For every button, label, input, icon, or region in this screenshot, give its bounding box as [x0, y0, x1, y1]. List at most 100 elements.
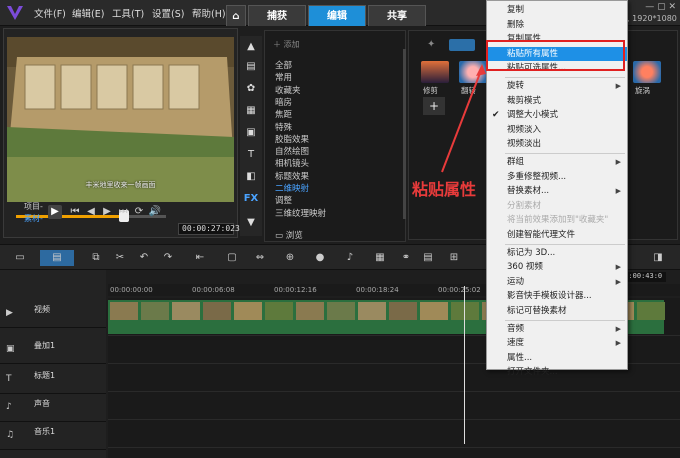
clip-mode-label[interactable]: 素材- — [24, 213, 43, 224]
redo-icon[interactable]: ↷ — [160, 250, 176, 266]
context-menu-item[interactable]: 删除 — [487, 18, 627, 32]
context-menu-item[interactable]: 影音快手模板设计器... — [487, 289, 627, 303]
context-menu-item[interactable]: 视频淡出 — [487, 137, 627, 151]
menu-settings[interactable]: 设置(S) — [152, 6, 184, 20]
context-menu-item[interactable]: 属性... — [487, 351, 627, 365]
menu-edit[interactable]: 编辑(E) — [72, 6, 104, 20]
title-icon[interactable]: T — [243, 148, 259, 162]
submenu-arrow-icon: ▶ — [615, 82, 621, 90]
context-menu-item[interactable]: 打开文件夹... — [487, 365, 627, 379]
category-item[interactable]: 全部 — [275, 59, 292, 71]
repeat-icon[interactable]: ⟳ — [132, 205, 146, 219]
category-item[interactable]: 特殊 — [275, 121, 292, 133]
scroll-down-icon[interactable]: ▼ — [243, 216, 259, 230]
category-item[interactable]: 调整 — [275, 194, 292, 206]
track-header[interactable]: ▣ 叠加1 — [0, 336, 106, 364]
track-manager-icon[interactable]: ⧉ — [88, 250, 104, 266]
fit-icon[interactable]: ⇤ — [192, 250, 208, 266]
project-mode-label[interactable]: 项目- — [24, 201, 43, 212]
menu-tools[interactable]: 工具(T) — [112, 6, 144, 20]
context-menu-item[interactable]: 调整大小模式 ✔ — [487, 108, 627, 122]
context-menu-item[interactable]: 音频 ▶ — [487, 322, 627, 336]
media-icon[interactable]: ▤ — [243, 60, 259, 74]
context-menu-item[interactable]: 视频淡入 — [487, 123, 627, 137]
volume-icon[interactable]: 🔊 — [148, 205, 162, 219]
menu-help[interactable]: 帮助(H) — [192, 6, 226, 20]
category-item[interactable]: 相机镜头 — [275, 157, 309, 169]
context-menu-item[interactable]: 创建智能代理文件 — [487, 228, 627, 242]
track-header-panel: ▶ 视频 ▣ 叠加1 T 标题1 ♪ 声音 ♫ 音乐1 — [0, 270, 106, 458]
context-menu-item[interactable]: 多重修整视频... — [487, 170, 627, 184]
timeline-view-icon[interactable]: ▤ — [40, 250, 74, 266]
menu-file[interactable]: 文件(F) — [34, 6, 66, 20]
category-item[interactable]: 二维映射 — [275, 182, 309, 194]
context-menu-item[interactable]: 速度 ▶ — [487, 336, 627, 350]
track-header[interactable]: T 标题1 — [0, 366, 106, 394]
preview-timecode[interactable]: 00:00:27:023 — [178, 223, 240, 235]
menu-separator — [505, 319, 625, 321]
category-item[interactable]: 焦距 — [275, 108, 292, 120]
record-icon[interactable]: ● — [312, 250, 328, 266]
tab-capture[interactable]: 捕获 — [248, 5, 306, 26]
menu-separator — [505, 77, 625, 78]
category-scrollbar[interactable] — [403, 49, 406, 219]
fx-icon[interactable]: FX — [243, 192, 259, 206]
split-icon[interactable]: ⇔ — [252, 250, 268, 266]
category-item[interactable]: 三维纹理映射 — [275, 207, 326, 219]
instant-project-icon[interactable]: ✿ — [243, 82, 259, 96]
category-item[interactable]: 标题效果 — [275, 170, 309, 182]
motion-icon[interactable]: ⊕ — [282, 250, 298, 266]
graphics-icon[interactable]: ▣ — [243, 126, 259, 140]
play-icon[interactable]: ▶ — [48, 205, 62, 219]
context-menu-item[interactable]: 裁剪模式 — [487, 94, 627, 108]
voice-lane[interactable] — [108, 392, 680, 420]
prev-frame-icon[interactable]: ◀ — [84, 205, 98, 219]
multicam-icon[interactable]: ▦ — [372, 250, 388, 266]
fx-thumb-swirl[interactable] — [633, 61, 661, 83]
timeline-playhead[interactable] — [464, 286, 465, 444]
context-menu-item[interactable]: 复制 — [487, 3, 627, 17]
category-item[interactable]: 收藏夹 — [275, 84, 301, 96]
window-controls[interactable]: — ▢ ✕ — [645, 2, 676, 12]
context-menu-item[interactable]: 标记可替换素材 — [487, 304, 627, 318]
category-item[interactable]: 自然绘图 — [275, 145, 309, 157]
home-tab[interactable]: ⌂ — [226, 5, 246, 26]
undo-icon[interactable]: ↶ — [136, 250, 152, 266]
context-menu-item[interactable]: 群组 ▶ — [487, 155, 627, 169]
track-header[interactable]: ♫ 音乐1 — [0, 422, 106, 450]
context-menu-label: 视频淡出 — [507, 139, 542, 150]
add-category-button[interactable]: ＋ 添加 — [273, 39, 300, 50]
subtitle-icon[interactable]: ▤ — [420, 250, 436, 266]
submenu-arrow-icon: ▶ — [615, 187, 621, 196]
tab-share[interactable]: 共享 — [368, 5, 426, 26]
context-menu-label: 创建智能代理文件 — [507, 230, 576, 240]
context-menu-item[interactable]: 替换素材... ▶ — [487, 184, 627, 198]
link-icon[interactable]: ⚭ — [398, 250, 414, 266]
category-item[interactable]: 常用 — [275, 71, 292, 83]
category-item[interactable]: 胶脂效果 — [275, 133, 309, 145]
context-menu-item[interactable]: 360 视频 ▶ — [487, 260, 627, 274]
audio-mix-icon[interactable]: ♪ — [342, 250, 358, 266]
filter-library-icon[interactable]: ◧ — [243, 170, 259, 184]
browse-button[interactable]: ▭ 浏览 — [275, 229, 303, 241]
context-menu-item[interactable]: 标记为 3D... — [487, 246, 627, 260]
category-item[interactable]: 暗房 — [275, 96, 292, 108]
storyboard-view-icon[interactable]: ▭ — [12, 250, 28, 266]
context-menu-item[interactable]: 运动 ▶ — [487, 275, 627, 289]
view-toggle-icon[interactable] — [449, 39, 475, 51]
go-start-icon[interactable]: ⏮ — [68, 205, 82, 219]
music-lane[interactable] — [108, 420, 680, 448]
zoom-icon[interactable]: ⊞ — [446, 250, 462, 266]
transition-icon[interactable]: ▦ — [243, 104, 259, 118]
go-end-icon[interactable]: ⏭ — [116, 205, 130, 219]
panel-icon[interactable]: ◨ — [650, 250, 666, 266]
context-menu-item[interactable]: 旋转 ▶ — [487, 79, 627, 93]
clip-frame — [265, 302, 293, 320]
screen-icon[interactable]: ▢ — [224, 250, 240, 266]
track-header[interactable]: ♪ 声音 — [0, 394, 106, 422]
scroll-up-icon[interactable]: ▲ — [243, 40, 259, 54]
next-frame-icon[interactable]: ▶ — [100, 205, 114, 219]
tools-icon[interactable]: ✂ — [112, 250, 128, 266]
tab-edit[interactable]: 编辑 — [308, 5, 366, 26]
track-header[interactable]: ▶ 视频 — [0, 300, 106, 328]
